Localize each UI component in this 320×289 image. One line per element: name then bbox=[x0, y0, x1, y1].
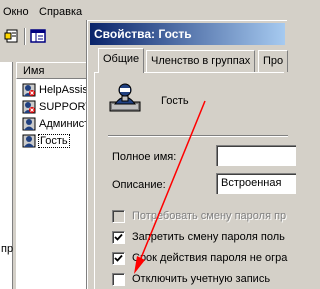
menu-bar: Окно Справка bbox=[0, 0, 280, 20]
list-item-label: Админист bbox=[39, 118, 90, 130]
checkmark-icon bbox=[114, 254, 123, 262]
show-hide-pane-icon[interactable] bbox=[30, 28, 46, 44]
tree-item-fragment[interactable]: пр bbox=[1, 243, 13, 255]
toolbar-separator bbox=[24, 28, 26, 45]
list-item-label: SUPPORT_ bbox=[39, 101, 90, 113]
menu-help[interactable]: Справка bbox=[39, 6, 82, 18]
user-icon bbox=[22, 134, 36, 148]
checkbox-box[interactable] bbox=[112, 231, 125, 244]
disabled-user-icon bbox=[22, 100, 36, 114]
dialog-title: Свойства: Гость bbox=[94, 27, 192, 41]
checkbox-label: Срок действия пароля не огра bbox=[132, 252, 288, 264]
full-name-field[interactable] bbox=[216, 145, 296, 166]
list-item[interactable]: SUPPORT_ bbox=[20, 99, 90, 116]
list-item[interactable]: Админист bbox=[20, 116, 90, 133]
user-name-display: Гость bbox=[161, 95, 189, 107]
checkbox-label: Потребовать смену пароля пр bbox=[132, 210, 287, 222]
toolbar bbox=[0, 22, 90, 50]
tree-pane[interactable]: пр bbox=[0, 62, 13, 289]
description-field[interactable]: Встроенная bbox=[216, 173, 296, 194]
checkbox-box[interactable] bbox=[112, 210, 125, 223]
checkmark-icon bbox=[114, 233, 123, 241]
divider bbox=[108, 135, 288, 137]
full-name-label: Полное имя: bbox=[112, 151, 177, 163]
user-account-icon bbox=[108, 80, 142, 114]
description-label: Описание: bbox=[112, 179, 166, 191]
tab-general[interactable]: Общие bbox=[98, 48, 145, 73]
properties-icon[interactable] bbox=[4, 28, 20, 44]
dialog-titlebar[interactable]: Свойства: Гость bbox=[90, 23, 285, 45]
tab-profile[interactable]: Про bbox=[258, 50, 289, 72]
users-list[interactable]: Имя HelpAssist SUPPORT_ bbox=[16, 62, 90, 289]
checkbox-box[interactable] bbox=[112, 273, 125, 286]
user-icon bbox=[22, 117, 36, 131]
list-item-label: Гость bbox=[38, 134, 70, 148]
tab-member-of[interactable]: Членство в группах bbox=[146, 50, 256, 72]
list-item-label: HelpAssist bbox=[39, 84, 90, 96]
list-item[interactable]: HelpAssist bbox=[20, 82, 90, 99]
checkbox-label: Отключить учетную запись bbox=[132, 273, 271, 285]
checkbox-label: Запретить смену пароля поль bbox=[132, 231, 285, 243]
menu-window[interactable]: Окно bbox=[3, 6, 29, 18]
properties-dialog: Свойства: Гость Общие Членство в группах… bbox=[87, 20, 296, 289]
checkbox-box[interactable] bbox=[112, 252, 125, 265]
disabled-user-icon bbox=[22, 83, 36, 97]
column-header-name[interactable]: Имя bbox=[16, 62, 90, 79]
list-item[interactable]: Гость bbox=[20, 133, 90, 150]
